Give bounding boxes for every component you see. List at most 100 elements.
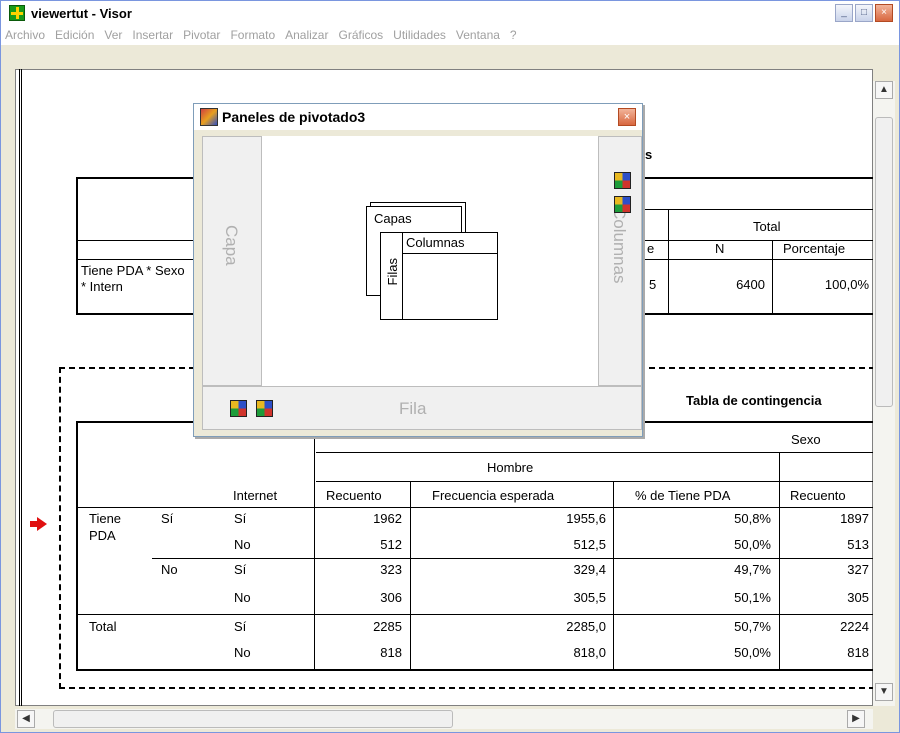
internet-cell: No	[234, 537, 251, 552]
scroll-right-button[interactable]: ▶	[847, 710, 865, 728]
dialog-close-button[interactable]: ×	[618, 108, 636, 126]
menu-graficos[interactable]: Gráficos	[338, 28, 383, 42]
menu-analizar[interactable]: Analizar	[285, 28, 328, 42]
value-cell: 1955,6	[566, 511, 606, 526]
value-cell: 305	[847, 590, 869, 605]
current-row-arrow-icon-stem	[30, 521, 38, 527]
value-cell: 512,5	[573, 537, 606, 552]
horizontal-scroll-thumb[interactable]	[53, 710, 453, 728]
dialog-title: Paneles de pivotado3	[222, 109, 366, 125]
scroll-left-button[interactable]: ◀	[17, 710, 35, 728]
menu-bar: Archivo Edición Ver Insertar Pivotar For…	[1, 25, 899, 45]
internet-cell: No	[234, 590, 251, 605]
pivot-dialog-icon	[200, 108, 218, 126]
internet-cell: Sí	[234, 511, 247, 526]
pivot-diagram: Capas Columnas Filas	[364, 202, 498, 322]
crosstab-col-header: Recuento	[790, 488, 846, 503]
viewer-window: viewertut - Visor _ □ × Archivo Edición …	[0, 0, 900, 733]
scroll-up-button[interactable]: ▲	[875, 81, 893, 99]
menu-edicion[interactable]: Edición	[55, 28, 94, 42]
value-cell: 329,4	[573, 562, 606, 577]
layer-tray-label: Capa	[222, 225, 241, 266]
crosstab-col-header: % de Tiene PDA	[635, 488, 731, 503]
crosstab-col-header: Frecuencia esperada	[432, 488, 555, 503]
value-cell: 50,1%	[734, 590, 771, 605]
summary-val-fragment: 5	[649, 277, 657, 292]
menu-help[interactable]: ?	[510, 28, 517, 42]
dialog-title-bar[interactable]: Paneles de pivotado3 ×	[194, 104, 642, 130]
menu-ver[interactable]: Ver	[104, 28, 122, 42]
value-cell: 818,0	[573, 645, 606, 660]
summary-pct-value: 100,0%	[824, 277, 869, 292]
internet-cell: Sí	[234, 619, 247, 634]
diagram-layers-label: Capas	[374, 211, 412, 226]
menu-formato[interactable]: Formato	[230, 28, 275, 42]
value-cell: 306	[380, 590, 402, 605]
menu-utilidades[interactable]: Utilidades	[393, 28, 446, 42]
pivot-icon[interactable]	[256, 400, 273, 417]
value-cell: 1897	[840, 511, 869, 526]
value-cell: 1962	[373, 511, 402, 526]
menu-archivo[interactable]: Archivo	[5, 28, 45, 42]
total-row-label: Total	[89, 619, 117, 634]
app-icon	[9, 5, 25, 21]
crosstab-sexo-header: Sexo	[791, 432, 821, 447]
outline-rule	[19, 69, 22, 706]
value-cell: 818	[847, 645, 869, 660]
crosstab-col-header: Recuento	[326, 488, 382, 503]
current-row-arrow-icon	[37, 517, 47, 531]
value-cell: 50,8%	[734, 511, 771, 526]
summary-row-label: Tiene PDA * Sexo * Intern	[81, 263, 185, 294]
value-cell: 327	[847, 562, 869, 577]
summary-n-value: 6400	[736, 277, 765, 292]
value-cell: 512	[380, 537, 402, 552]
menu-insertar[interactable]: Insertar	[132, 28, 173, 42]
vertical-scroll-thumb[interactable]	[875, 117, 893, 407]
value-cell: 513	[847, 537, 869, 552]
maximize-button[interactable]: □	[855, 4, 873, 22]
menu-pivotar[interactable]: Pivotar	[183, 28, 220, 42]
close-button[interactable]: ×	[875, 4, 893, 22]
row-group-label: No	[161, 562, 178, 577]
pivot-icon[interactable]	[614, 196, 631, 213]
value-cell: 2285	[373, 619, 402, 634]
value-cell: 49,7%	[734, 562, 771, 577]
layer-tray[interactable]: Capa	[202, 136, 262, 386]
crosstab-internet-header: Internet	[233, 488, 278, 503]
summary-total-header: Total	[753, 219, 781, 234]
summary-col-fragment: e	[647, 241, 655, 256]
value-cell: 50,0%	[734, 537, 771, 552]
value-cell: 323	[380, 562, 402, 577]
horizontal-scrollbar[interactable]: ◀ ▶	[15, 709, 873, 729]
internet-cell: No	[234, 645, 251, 660]
row-label-tiene: Tiene	[89, 511, 122, 526]
diagram-rows-divider	[402, 254, 403, 320]
summary-header-fragment: s	[645, 147, 653, 162]
column-tray-label: Columnas	[610, 207, 629, 284]
pivot-panels-dialog[interactable]: Paneles de pivotado3 × Capa Columnas Fil…	[193, 103, 643, 437]
minimize-button[interactable]: _	[835, 4, 853, 22]
row-tray-label: Fila	[399, 399, 427, 418]
value-cell: 2224	[840, 619, 869, 634]
scroll-down-button[interactable]: ▼	[875, 683, 893, 701]
internet-cell: Sí	[234, 562, 247, 577]
value-cell: 818	[380, 645, 402, 660]
row-label-pda: PDA	[89, 528, 116, 543]
title-bar[interactable]: viewertut - Visor _ □ ×	[1, 1, 899, 25]
value-cell: 305,5	[573, 590, 606, 605]
crosstab-hombre-header: Hombre	[487, 460, 534, 475]
diagram-columns-label: Columnas	[406, 235, 465, 250]
window-title: viewertut - Visor	[31, 5, 132, 21]
menu-ventana[interactable]: Ventana	[456, 28, 500, 42]
row-group-label: Sí	[161, 511, 174, 526]
summary-pct-header: Porcentaje	[783, 241, 846, 256]
pivot-icon[interactable]	[614, 172, 631, 189]
vertical-scrollbar[interactable]: ▲ ▼	[873, 81, 895, 706]
diagram-rows-label: Filas	[385, 258, 400, 286]
summary-n-header: N	[715, 241, 725, 256]
value-cell: 2285,0	[566, 619, 606, 634]
pivot-icon[interactable]	[230, 400, 247, 417]
value-cell: 50,0%	[734, 645, 771, 660]
crosstab-title: Tabla de contingencia	[686, 393, 822, 408]
value-cell: 50,7%	[734, 619, 771, 634]
